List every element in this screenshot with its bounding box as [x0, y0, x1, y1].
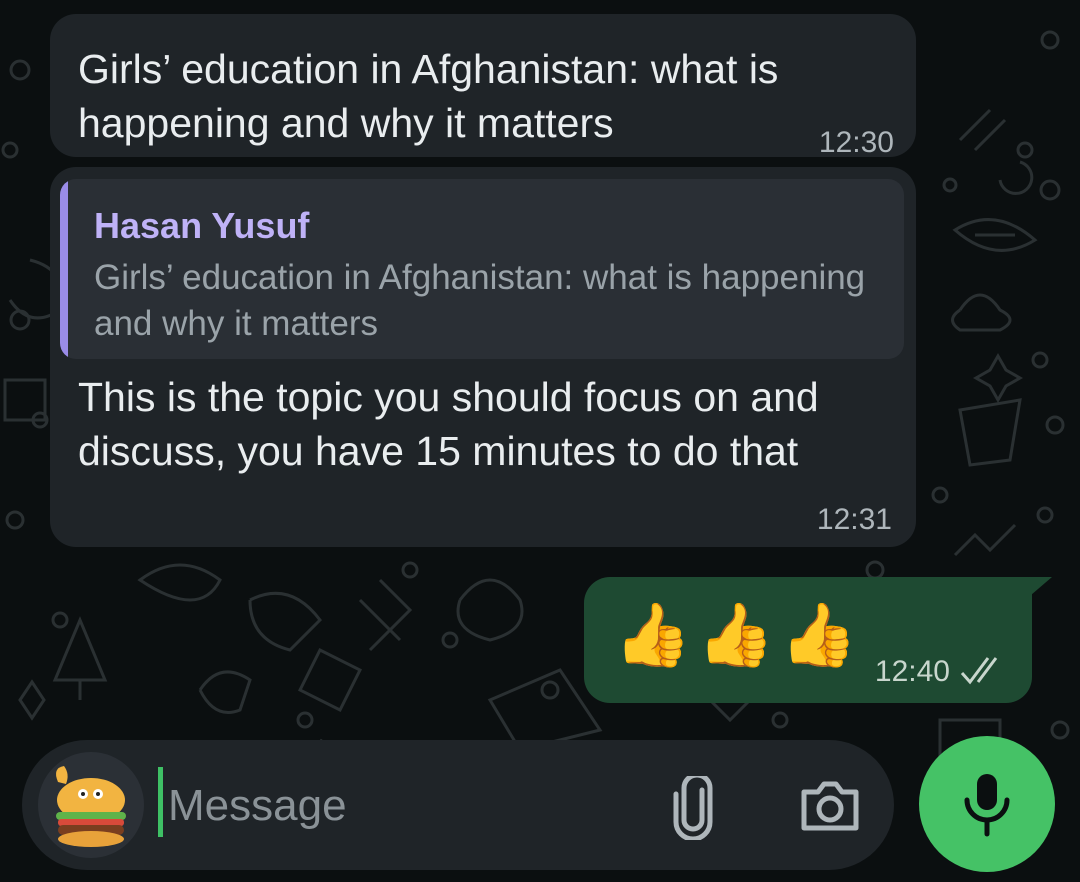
double-check-icon	[960, 657, 998, 685]
microphone-button[interactable]	[919, 736, 1055, 872]
reply-quote-text: Girls’ education in Afghanistan: what is…	[94, 258, 866, 343]
message-input[interactable]	[166, 765, 650, 847]
microphone-icon	[964, 774, 1010, 837]
reply-quote-bar	[60, 179, 68, 359]
message-bubble-incoming[interactable]: Girls’ education in Afghanistan: what is…	[50, 14, 916, 159]
reply-quote[interactable]: Hasan Yusuf Girls’ education in Afghanis…	[60, 179, 904, 359]
reply-quote-author: Hasan Yusuf	[94, 205, 310, 246]
burger-sticker-icon[interactable]	[38, 752, 144, 858]
message-time: 12:40	[874, 655, 950, 688]
message-composer	[22, 740, 894, 870]
paperclip-icon[interactable]	[668, 772, 722, 842]
message-text: This is the topic you should focus on an…	[78, 374, 831, 474]
message-time: 12:30	[818, 126, 894, 159]
message-bubble-outgoing[interactable]: 👍👍👍 12:40	[584, 577, 1032, 703]
message-emoji-text: 👍👍👍	[614, 601, 864, 670]
text-cursor	[158, 767, 163, 837]
camera-icon[interactable]	[798, 778, 862, 834]
message-bubble-incoming-reply[interactable]: Hasan Yusuf Girls’ education in Afghanis…	[50, 167, 916, 547]
message-text: Girls’ education in Afghanistan: what is…	[78, 46, 790, 146]
message-time: 12:31	[816, 503, 892, 536]
